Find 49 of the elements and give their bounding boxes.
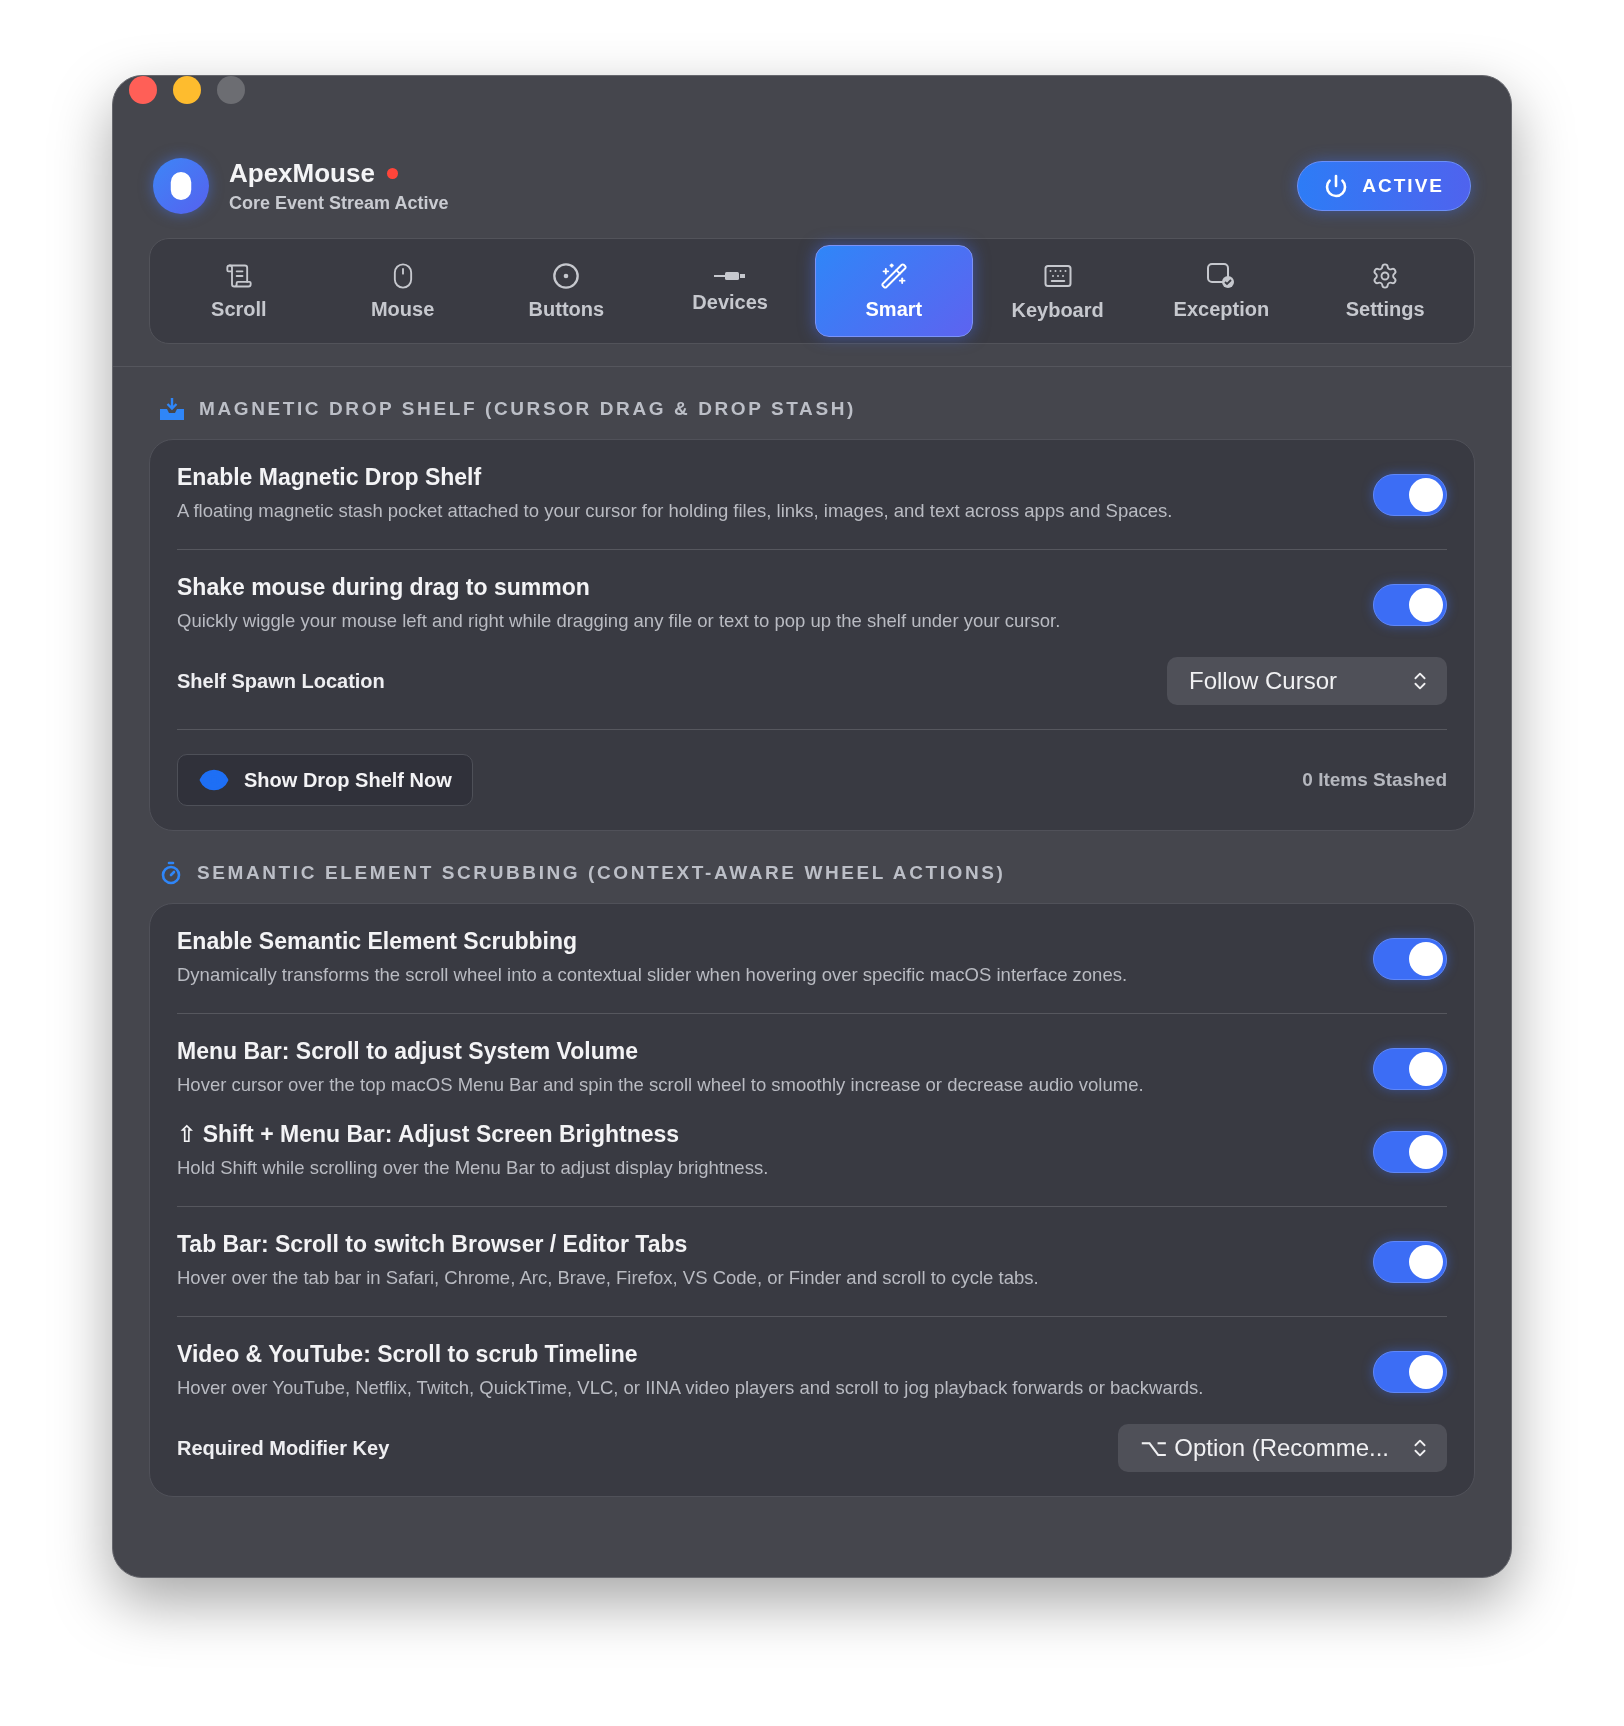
dropdown-select[interactable]: ⌥ Option (Recomme... bbox=[1117, 1424, 1447, 1472]
setting-description: Hold Shift while scrolling over the Menu Bar to adjust display brightness. bbox=[177, 1156, 769, 1180]
setting-title: Enable Semantic Element Scrubbing bbox=[177, 928, 579, 955]
tab[interactable]: Settings bbox=[1306, 245, 1464, 337]
app-subtitle: Core Event Stream Active bbox=[229, 193, 449, 214]
show-shelf-button[interactable]: Show Drop Shelf Now bbox=[177, 754, 473, 806]
tab[interactable]: Devices bbox=[651, 245, 809, 337]
toggle-switch[interactable] bbox=[1373, 1350, 1447, 1393]
app-name: ApexMouse bbox=[229, 158, 375, 189]
stash-count: 0 Items Stashed bbox=[1302, 769, 1447, 791]
setting-title: Menu Bar: Scroll to adjust System Volume bbox=[177, 1038, 639, 1065]
setting-description: Dynamically transforms the scroll wheel into a contextual slider when hovering over specific macOS interface zones. bbox=[177, 963, 1128, 987]
tab[interactable]: Scroll bbox=[160, 245, 318, 337]
setting-title: Video & YouTube: Scroll to scrub Timeline bbox=[177, 1341, 639, 1368]
tab[interactable]: Mouse bbox=[323, 245, 482, 337]
tab[interactable]: Exception bbox=[1142, 245, 1301, 337]
toggle-switch[interactable] bbox=[1373, 1047, 1447, 1090]
tab[interactable]: Keyboard bbox=[978, 245, 1137, 337]
section-title: SEMANTIC ELEMENT SCRUBBING (CONTEXT-AWARE WHEEL ACTIONS) bbox=[197, 862, 1006, 884]
toggle-switch[interactable] bbox=[1373, 583, 1447, 626]
setting-title: ⇧ Shift + Menu Bar: Adjust Screen Brightness bbox=[177, 1121, 681, 1148]
tab[interactable]: Smart bbox=[815, 245, 973, 337]
window-control[interactable] bbox=[129, 76, 157, 104]
window-check-icon bbox=[1206, 261, 1237, 290]
setting-description: Quickly wiggle your mouse left and right while dragging any file or text to pop up the shelf under your cursor. bbox=[177, 609, 1061, 633]
power-icon bbox=[1324, 174, 1349, 198]
active-button[interactable]: ACTIVE bbox=[1297, 161, 1471, 211]
toggle-switch[interactable] bbox=[1373, 937, 1447, 980]
setting-label: Shelf Spawn Location bbox=[177, 669, 385, 693]
toggle-switch[interactable] bbox=[1373, 1130, 1447, 1173]
setting-title: Tab Bar: Scroll to switch Browser / Editor Tabs bbox=[177, 1231, 689, 1258]
dropdown-select[interactable]: Follow Cursor bbox=[1167, 657, 1447, 705]
setting-description: A floating magnetic stash pocket attached to your cursor for holding files, links, images, and text across apps and Spaces. bbox=[177, 499, 1173, 523]
setting-description: Hover over the tab bar in Safari, Chrome, Arc, Brave, Firefox, VS Code, or Finder and scroll to cycle tabs. bbox=[177, 1266, 1039, 1290]
app-logo bbox=[153, 158, 209, 214]
setting-title: Enable Magnetic Drop Shelf bbox=[177, 464, 483, 491]
window-control[interactable] bbox=[173, 76, 201, 104]
setting-title: Shake mouse during drag to summon bbox=[177, 574, 591, 601]
setting-label: Required Modifier Key bbox=[177, 1436, 390, 1460]
setting-description: Hover cursor over the top macOS Menu Bar and spin the scroll wheel to smoothly increase or decrease audio volume. bbox=[177, 1073, 1144, 1097]
toggle-switch[interactable] bbox=[1373, 473, 1447, 516]
wand-icon bbox=[879, 261, 908, 290]
tab[interactable]: Buttons bbox=[487, 245, 646, 337]
toggle-switch[interactable] bbox=[1373, 1240, 1447, 1283]
radio-icon bbox=[552, 261, 581, 290]
setting-description: Hover over YouTube, Netflix, Twitch, QuickTime, VLC, or IINA video players and scroll to jog playback forwards or backwards. bbox=[177, 1376, 1204, 1400]
section-title: MAGNETIC DROP SHELF (CURSOR DRAG & DROP STASH) bbox=[199, 398, 856, 420]
timer-icon bbox=[159, 861, 183, 885]
tray-download-icon bbox=[159, 397, 185, 421]
